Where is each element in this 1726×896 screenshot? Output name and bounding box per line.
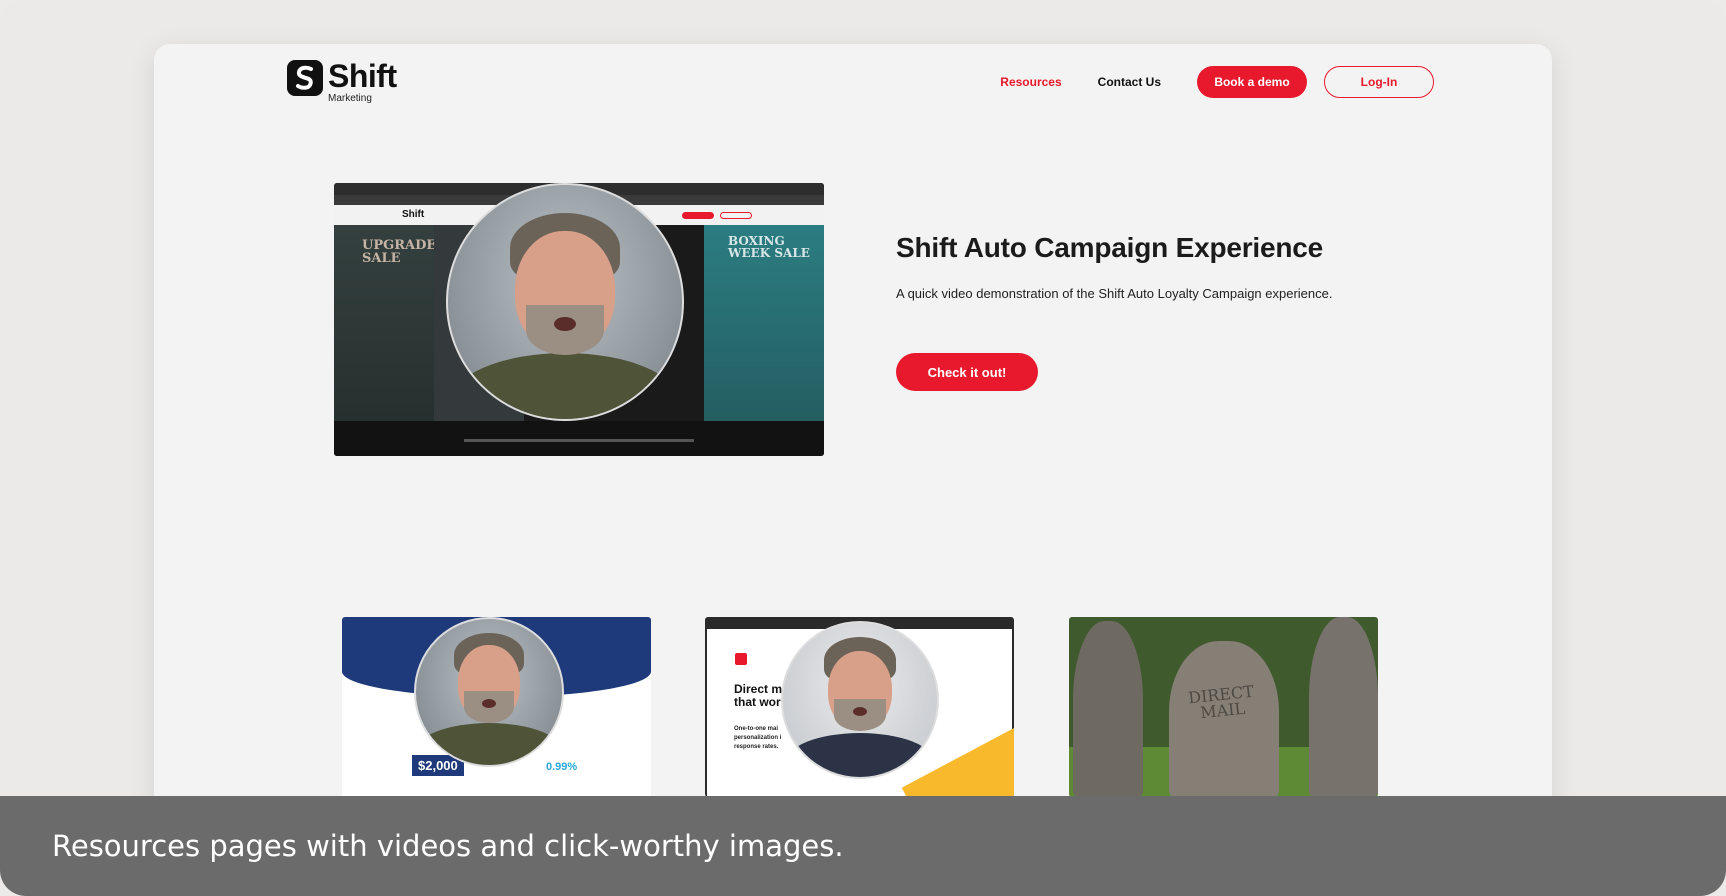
video-page-demo-pill (682, 212, 714, 219)
hero-description: A quick video demonstration of the Shift… (896, 286, 1333, 301)
card-body-text: One-to-one mai personalization i respons… (734, 726, 782, 750)
presenter-face-image (446, 183, 684, 421)
video-caption-strip (334, 421, 824, 456)
nav-link-resources[interactable]: Resources (1000, 75, 1061, 89)
caption-text: Resources pages with videos and click-wo… (52, 829, 844, 863)
shift-logo[interactable]: Shift Marketing (287, 60, 397, 104)
presenter-face-image (781, 621, 939, 779)
nav-link-contact-us[interactable]: Contact Us (1098, 75, 1161, 89)
video-upgrade-panel: UPGRADE SALE (334, 225, 437, 421)
video-page-logo: Shift (402, 209, 425, 220)
screenshot-frame: Shift Marketing Resources Contact Us Boo… (0, 0, 1726, 896)
resource-card-direct-mail-image[interactable]: DIRECT MAIL (1069, 617, 1378, 797)
presenter-face-image (414, 617, 564, 767)
gravestone-text: DIRECT MAIL (1187, 681, 1255, 723)
logo-subtitle: Marketing (328, 93, 372, 104)
video-page-login-pill (720, 212, 752, 219)
video-upgrade-text: UPGRADE SALE (362, 238, 437, 266)
resource-card-direct-mail-video[interactable]: Direct m that wor One-to-one mai persona… (705, 617, 1014, 797)
card-title-text: Direct m that wor (734, 682, 783, 710)
browser-window: Shift Marketing Resources Contact Us Boo… (154, 44, 1552, 896)
resource-card-loan-video[interactable]: $2,000 0.99% (342, 617, 651, 797)
book-demo-button[interactable]: Book a demo (1197, 66, 1307, 98)
gravestone-left (1073, 621, 1143, 797)
caption-bar: Resources pages with videos and click-wo… (0, 796, 1726, 896)
login-button[interactable]: Log-In (1324, 66, 1434, 98)
video-boxing-text: BOXING WEEK SALE (728, 234, 810, 260)
hero-title: Shift Auto Campaign Experience (896, 232, 1324, 263)
video-boxing-panel: BOXING WEEK SALE (704, 225, 824, 421)
shift-logo-icon (287, 60, 323, 96)
card-shift-logo-icon (735, 653, 747, 665)
hero-video-thumbnail[interactable]: Shift UPGRADE SALE BOXING WEEK SALE (334, 183, 824, 456)
check-it-out-button[interactable]: Check it out! (896, 353, 1038, 391)
gravestone-right (1309, 617, 1378, 797)
logo-name: Shift (328, 58, 397, 94)
top-nav: Resources Contact Us Book a demo Log-In (1000, 66, 1434, 98)
